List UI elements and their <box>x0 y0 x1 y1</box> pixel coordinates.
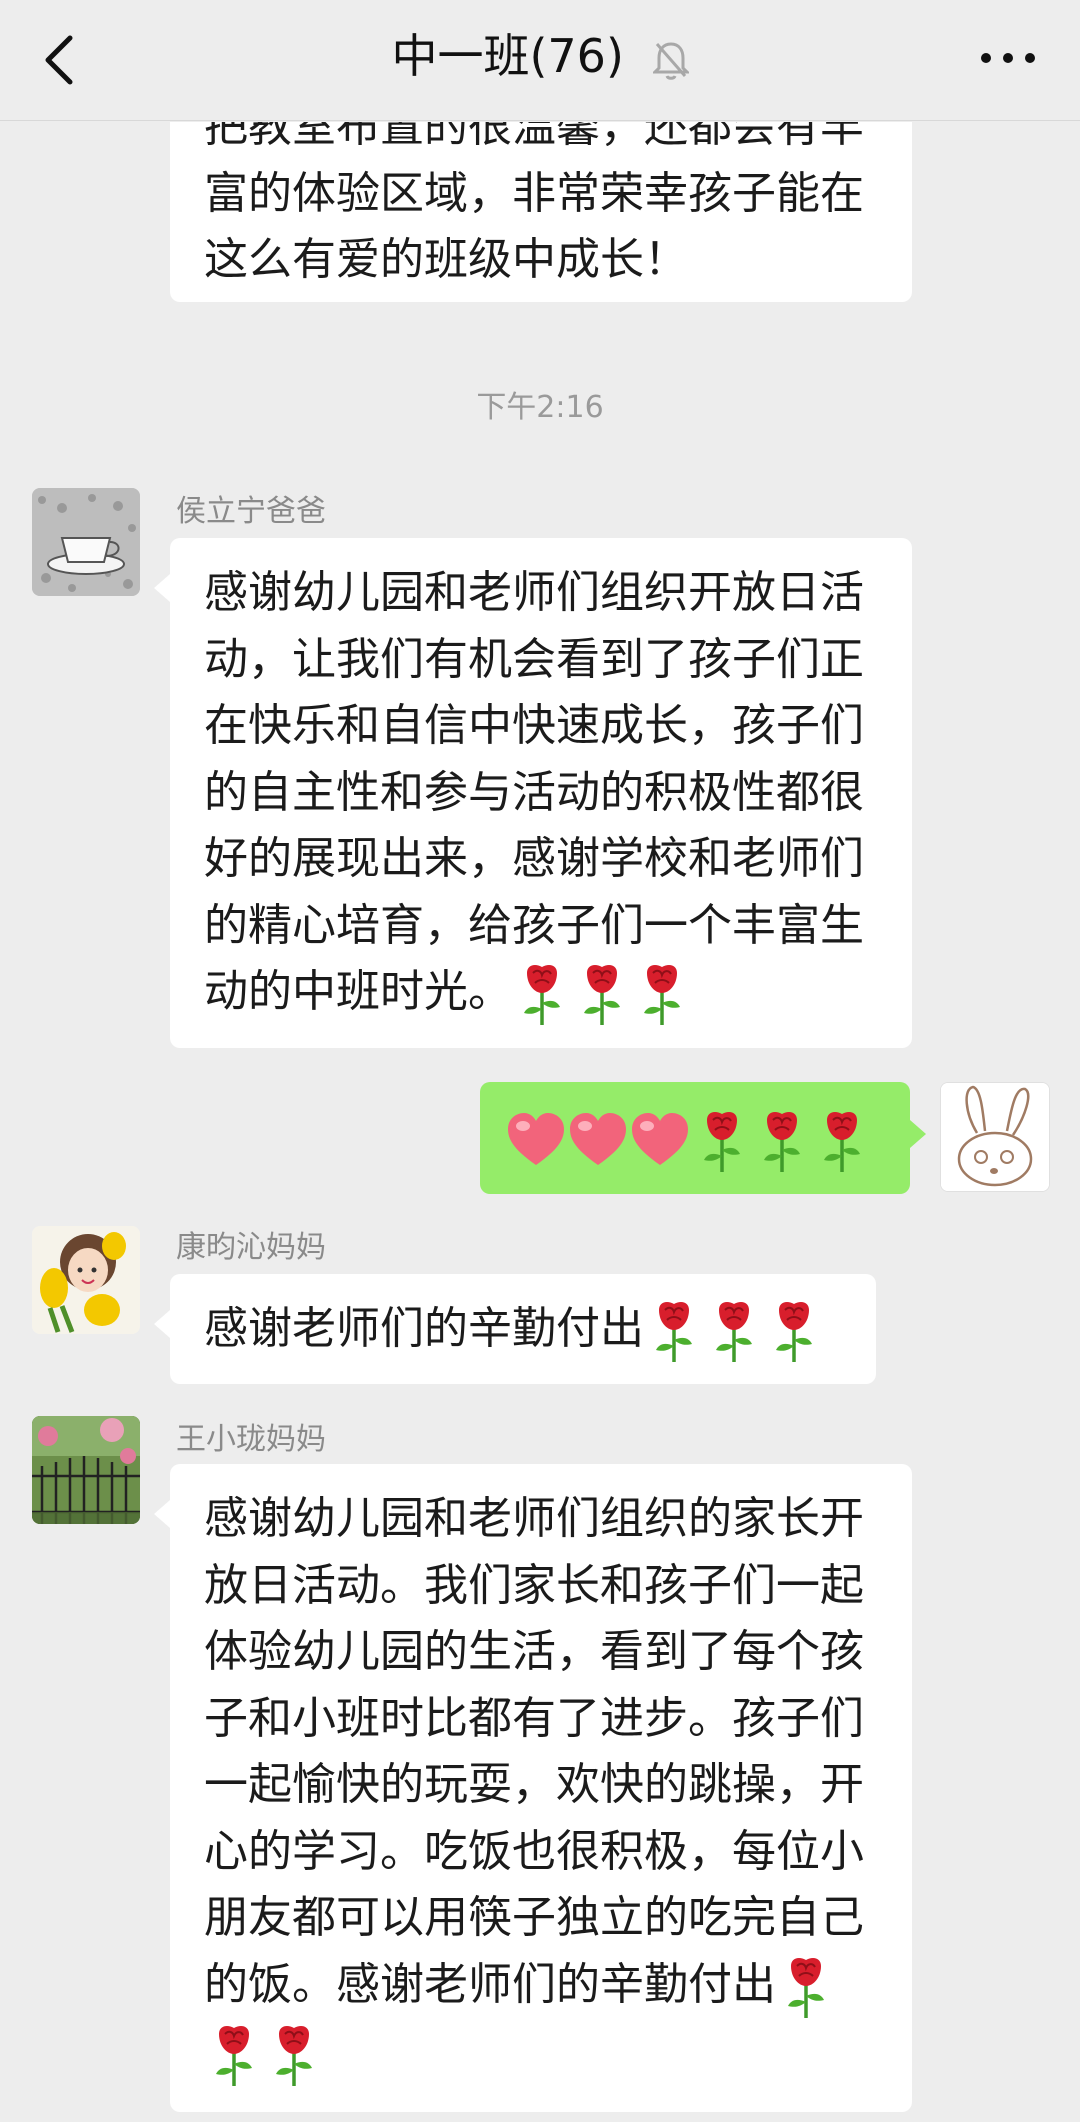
rose-icon <box>767 1298 821 1364</box>
heart-icon <box>568 1111 628 1171</box>
message-line: 感谢幼儿园和老师们组织开放日活 <box>204 567 864 618</box>
chat-title: 中一班(76) <box>391 29 624 83</box>
chat-header: 中一班(76) <box>0 0 1080 121</box>
timestamp: 下午2:16 <box>476 390 604 425</box>
message-line-last: 的饭。感谢老师们的辛勤付出 <box>204 1952 878 2020</box>
sender-name: 王小珑妈妈 <box>176 1422 326 1457</box>
rose-icon <box>779 1954 833 2020</box>
message-line: 一起愉快的玩耍，欢快的跳操，开 <box>204 1759 864 1810</box>
rose-icon <box>647 1298 701 1364</box>
sender-name: 侯立宁爸爸 <box>176 494 326 529</box>
message-line: 动的中班时光。 <box>204 966 512 1017</box>
message-line: 这么有爱的班级中成长！ <box>204 234 688 285</box>
garden-avatar-image <box>32 1416 140 1524</box>
avatar-self[interactable] <box>940 1082 1050 1192</box>
message-line: 动，让我们有机会看到了孩子们正 <box>204 633 864 685</box>
message-line: 心的学习。吃饭也很积极，每位小 <box>204 1825 864 1877</box>
more-dots-icon[interactable] <box>978 48 1038 68</box>
message-bubble-self[interactable] <box>480 1082 926 1194</box>
sender-name: 康昀沁妈妈 <box>176 1230 326 1265</box>
message-line: 朋友都可以用筷子独立的吃完自己 <box>204 1892 864 1943</box>
message-bubble-3[interactable]: 感谢老师们的辛勤付出 <box>154 1274 876 1384</box>
message-line: 的饭。感谢老师们的辛勤付出 <box>204 1958 776 2010</box>
rose-icon <box>707 1298 761 1364</box>
rose-icon <box>207 2022 261 2088</box>
message-text: 感谢老师们的辛勤付出 <box>204 1303 644 1354</box>
rose-icon <box>515 961 569 1027</box>
message-line: 感谢幼儿园和老师们组织的家长开 <box>204 1493 864 1544</box>
chat-title-wrap: 中一班(76) <box>0 24 1080 88</box>
message-line: 在快乐和自信中快速成长，孩子们 <box>204 700 864 751</box>
heart-icon <box>630 1111 690 1171</box>
avatar-sender-1[interactable] <box>32 488 140 596</box>
message-line: 富的体验区域，非常荣幸孩子能在 <box>204 167 864 219</box>
rose-icon <box>755 1108 809 1174</box>
message-bubble-1[interactable]: 感谢幼儿园和老师们组织开放日活 动，让我们有机会看到了孩子们正 在快乐和自信中快… <box>154 538 912 1048</box>
message-bubble-4[interactable]: 感谢幼儿园和老师们组织的家长开 放日活动。我们家长和孩子们一起 体验幼儿园的生活… <box>154 1464 912 2112</box>
rabbit-avatar-image <box>941 1083 1049 1191</box>
message-line-emoji <box>204 2020 878 2088</box>
bell-muted-icon <box>652 41 689 80</box>
heart-icon <box>506 1111 566 1171</box>
girl-tulips-avatar-image <box>32 1226 140 1334</box>
rose-icon <box>635 961 689 1027</box>
teacup-avatar-image <box>32 488 140 596</box>
rose-icon <box>575 961 629 1027</box>
message-line: 的精心培育，给孩子们一个丰富生 <box>204 899 864 951</box>
avatar-sender-4[interactable] <box>32 1416 140 1524</box>
rose-icon <box>815 1108 869 1174</box>
message-line: 好的展现出来，感谢学校和老师们 <box>204 833 864 884</box>
message-line-last: 动的中班时光。 <box>204 959 878 1027</box>
message-line: 体验幼儿园的生活，看到了每个孩 <box>204 1626 864 1677</box>
rose-icon <box>695 1108 749 1174</box>
message-line: 的自主性和参与活动的积极性都很 <box>204 766 864 818</box>
rose-icon <box>267 2022 321 2088</box>
avatar-sender-3[interactable] <box>32 1226 140 1334</box>
message-line: 放日活动。我们家长和孩子们一起 <box>204 1559 864 1611</box>
message-line: 子和小班时比都有了进步。孩子们 <box>204 1692 864 1744</box>
